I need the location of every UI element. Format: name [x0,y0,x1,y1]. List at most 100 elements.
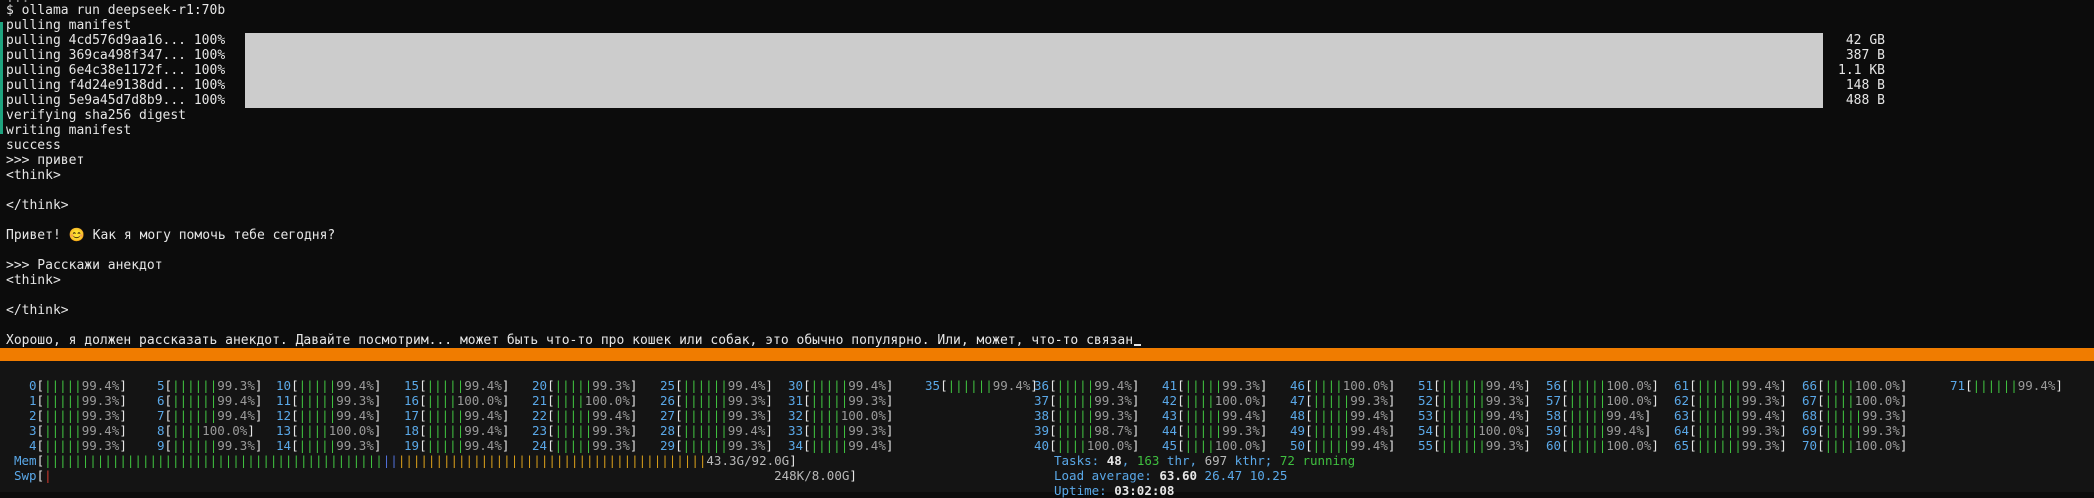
cpu-number: 15 [404,378,420,393]
cpu-number: 10 [276,378,292,393]
verifying-text: verifying sha256 digest [6,108,187,123]
cpu-meter-31: 31[|||||99.3%] [788,393,894,408]
cpu-number: 36 [1034,378,1050,393]
cpu-percent: 99.4% [464,378,502,393]
cpu-percent: 99.4% [1606,408,1644,423]
swap-bar: | [44,468,52,483]
cpu-number: 5 [157,378,165,393]
cpu-number: 30 [788,378,804,393]
cpu-meter-51: 51[||||||99.4%] [1418,378,1531,393]
cpu-usage-bar: |||||| [172,408,218,423]
cpu-number: 0 [29,378,37,393]
cpu-percent: 100.0% [1214,393,1260,408]
cpu-meter-71: 71[||||||99.4%] [1950,378,2063,393]
cpu-number: 28 [660,423,676,438]
cpu-number: 58 [1546,408,1562,423]
cpu-number: 46 [1290,378,1306,393]
cpu-usage-bar: |||||| [682,423,728,438]
cpu-number: 65 [1674,438,1690,453]
cpu-percent: 99.3% [1094,393,1132,408]
cpu-usage-bar: |||| [1824,393,1855,408]
cpu-percent: 100.0% [1606,378,1652,393]
cpu-meter-46: 46[||||100.0%] [1290,378,1396,393]
terminal-pane[interactable]: ... $ ollama run deepseek-r1:70b pulling… [0,0,2094,348]
cpu-number: 13 [276,423,292,438]
cpu-usage-bar: |||||| [1696,393,1742,408]
cpu-percent: 99.4% [1741,378,1780,393]
cpu-number: 27 [660,408,676,423]
htop-pane[interactable]: 0[|||||99.4%] 1[|||||99.3%] 2[|||||99.3%] 3… [0,361,2094,498]
cpu-number: 4 [29,438,37,453]
cpu-percent: 99.4% [1222,408,1260,423]
cpu-number: 49 [1290,423,1306,438]
cpu-meter-12: 12[|||||99.4%] [276,408,382,423]
cpu-number: 61 [1674,378,1690,393]
cpu-percent: 99.3% [1222,378,1260,393]
cpu-meter-36: 36[|||||99.4%] [1034,378,1140,393]
cpu-percent: 98.7% [1094,423,1132,438]
think-close-tag: </think> [6,303,69,318]
cpu-usage-bar: |||||| [1440,438,1486,453]
cpu-number: 51 [1418,378,1434,393]
cpu-usage-bar: |||| [554,393,585,408]
cpu-meter-22: 22[|||||99.4%] [532,408,638,423]
uptime-value: 03:02:08 [1114,483,1175,498]
tasks-count: 48 [1106,453,1122,468]
cpu-usage-bar: ||||| [810,393,849,408]
cpu-number: 70 [1802,438,1818,453]
cpu-usage-bar: |||| [1184,393,1215,408]
cpu-percent: 100.0% [840,408,886,423]
command-line: $ ollama run deepseek-r1:70b [6,3,226,18]
cpu-usage-bar: |||| [172,423,203,438]
cpu-usage-bar: ||||| [554,408,593,423]
cpu-number: 3 [29,423,37,438]
cpu-meter-2: 2[|||||99.3%] [29,408,127,423]
cpu-usage-bar: ||||| [1312,408,1351,423]
cpu-percent: 99.3% [81,393,120,408]
cpu-number: 38 [1034,408,1050,423]
cpu-number: 63 [1674,408,1690,423]
cpu-number: 59 [1546,423,1562,438]
cpu-meter-13: 13[||||100.0%] [276,423,382,438]
cpu-number: 24 [532,438,548,453]
pull-progress-bar [245,63,1823,78]
cpu-meter-3: 3[|||||99.4%] [29,423,127,438]
cpu-number: 34 [788,438,804,453]
cpu-usage-bar: |||| [1184,438,1215,453]
cpu-meter-42: 42[||||100.0%] [1162,393,1268,408]
cpu-number: 8 [157,423,165,438]
cpu-meter-7: 7[||||||99.4%] [157,408,263,423]
cpu-meter-50: 50[|||||99.4%] [1290,438,1396,453]
cpu-meter-45: 45[||||100.0%] [1162,438,1268,453]
cpu-percent: 99.3% [848,393,886,408]
pull-size: 1.1 KB [1838,63,1885,78]
cpu-percent: 99.3% [217,438,255,453]
cpu-percent: 100.0% [1854,438,1900,453]
cpu-number: 33 [788,423,804,438]
cpu-percent: 99.4% [848,378,886,393]
cpu-meter-33: 33[|||||99.3%] [788,423,894,438]
cpu-meter-64: 64[||||||99.3%] [1674,423,1787,438]
swap-value: 248K/8.00G [774,468,850,483]
load-5min: 26.47 [1204,468,1243,483]
cpu-meter-39: 39[|||||98.7%] [1034,423,1140,438]
cpu-usage-bar: ||||| [426,438,465,453]
running-count: 72 [1279,453,1295,468]
cpu-usage-bar: ||||| [44,393,82,408]
threads-count: 163 [1136,453,1160,468]
cpu-usage-bar: ||||| [1312,438,1351,453]
cpu-usage-bar: ||||| [1312,393,1351,408]
cpu-number: 43 [1162,408,1178,423]
pane-divider[interactable] [0,348,2094,361]
cpu-usage-bar: ||||| [1568,438,1607,453]
cpu-number: 23 [532,423,548,438]
cpu-usage-bar: ||||| [1440,423,1479,438]
cpu-meter-29: 29[||||||99.3%] [660,438,773,453]
cpu-number: 18 [404,423,420,438]
mem-meter: Mem[||||||||||||||||||||||||||||||||||||… [14,453,797,468]
cpu-number: 50 [1290,438,1306,453]
cpu-meter-17: 17[|||||99.4%] [404,408,510,423]
cpu-meter-55: 55[||||||99.3%] [1418,438,1531,453]
cpu-percent: 99.3% [592,423,630,438]
cpu-usage-bar: ||||| [554,423,593,438]
